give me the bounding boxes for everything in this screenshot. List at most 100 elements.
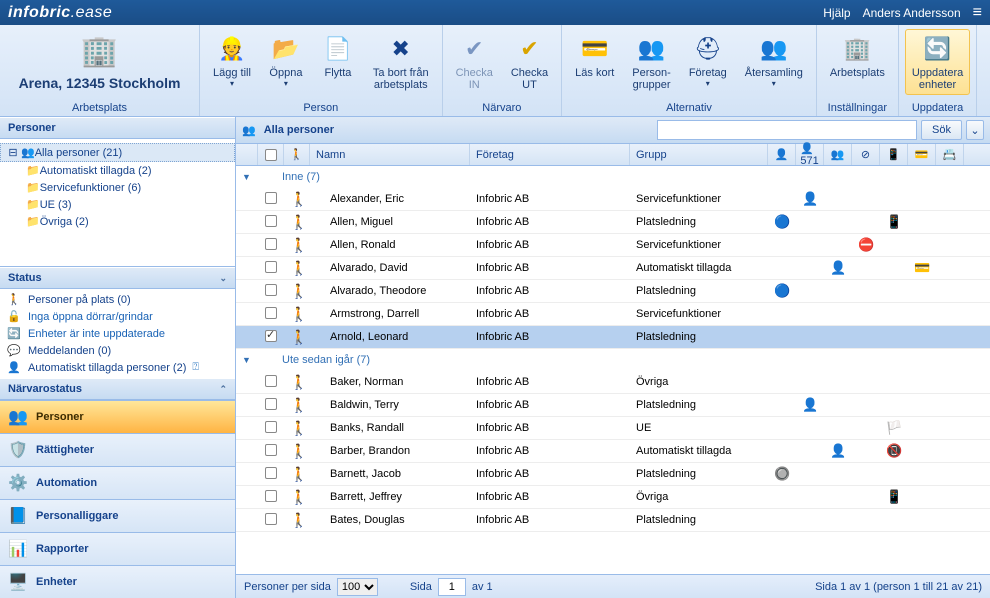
person-group: Platsledning [630, 399, 768, 411]
page-input[interactable] [438, 578, 466, 596]
person-row[interactable]: 🚶Barnett, JacobInfobric ABPlatsledning🔘 [236, 463, 990, 486]
checkin-button[interactable]: ✔Checka IN [449, 29, 500, 95]
nav-rapporter[interactable]: 📊Rapporter [0, 532, 235, 565]
tree-ovriga[interactable]: 📁 Övriga (2) [0, 213, 235, 230]
col-name[interactable]: Namn [310, 144, 470, 165]
folder-open-icon: 📂 [270, 33, 302, 65]
checkout-button[interactable]: ✔Checka UT [504, 29, 555, 95]
person-row[interactable]: 🚶Alvarado, DavidInfobric ABAutomatiskt t… [236, 257, 990, 280]
status-units[interactable]: 🔄Enheter är inte uppdaterade [0, 325, 235, 342]
row-checkbox[interactable] [265, 261, 277, 273]
person-row[interactable]: 🚶Arnold, LeonardInfobric ABPlatsledning [236, 326, 990, 349]
narvaro-panel-header[interactable]: Närvarostatus⌃ [0, 378, 235, 400]
status-messages[interactable]: 💬Meddelanden (0) [0, 342, 235, 359]
collapse-icon[interactable]: ⌄ [219, 273, 227, 284]
col-i7[interactable]: 📇 [936, 144, 964, 165]
col-checkbox[interactable] [258, 144, 284, 165]
status-panel-header[interactable]: Status⌄ [0, 267, 235, 289]
cell-i5: 📱 [880, 489, 908, 505]
presence-icon: 🚶 [284, 374, 310, 391]
book-icon: 📘 [8, 506, 28, 526]
person-row[interactable]: 🚶Barrett, JeffreyInfobric ABÖvriga📱 [236, 486, 990, 509]
row-checkbox[interactable] [265, 192, 277, 204]
tree-service[interactable]: 📁 Servicefunktioner (6) [0, 179, 235, 196]
nav-personalliggare[interactable]: 📘Personalliggare [0, 499, 235, 532]
person-name: Arnold, Leonard [310, 331, 470, 343]
nav-enheter[interactable]: 🖥️Enheter [0, 565, 235, 598]
person-name: Baldwin, Terry [310, 399, 470, 411]
col-status-icon[interactable]: 🚶 [284, 144, 310, 165]
person-row[interactable]: 🚶Alexander, EricInfobric ABServicefunkti… [236, 188, 990, 211]
add-button[interactable]: 👷Lägg till▾ [206, 29, 258, 92]
workplace-settings-button[interactable]: 🏢Arbetsplats [823, 29, 892, 83]
row-checkbox[interactable] [265, 398, 277, 410]
assembly-button[interactable]: 👥Återsamling▾ [738, 29, 810, 92]
person-row[interactable]: 🚶Bates, DouglasInfobric ABPlatsledning [236, 509, 990, 532]
grid-body[interactable]: ▼Inne (7)🚶Alexander, EricInfobric ABServ… [236, 166, 990, 574]
col-group[interactable]: Grupp [630, 144, 768, 165]
nav-automation[interactable]: ⚙️Automation [0, 466, 235, 499]
expand-icon[interactable]: ⌃ [219, 384, 227, 395]
search-input[interactable] [657, 120, 917, 140]
row-checkbox[interactable] [265, 215, 277, 227]
move-button[interactable]: 📄Flytta [314, 29, 362, 83]
nav-rattigheter[interactable]: 🛡️Rättigheter [0, 433, 235, 466]
cell-i5: 🏳️ [880, 420, 908, 436]
tree-all-persons[interactable]: ⊟👥 Alla personer (21) [0, 143, 235, 162]
col-i6[interactable]: 💳 [908, 144, 936, 165]
status-doors[interactable]: 🔓Inga öppna dörrar/grindar [0, 308, 235, 325]
col-i4[interactable]: ⊘ [852, 144, 880, 165]
person-row[interactable]: 🚶Banks, RandallInfobric ABUE🏳️ [236, 417, 990, 440]
readcard-button[interactable]: 💳Läs kort [568, 29, 621, 83]
row-checkbox[interactable] [265, 307, 277, 319]
row-checkbox[interactable] [265, 444, 277, 456]
col-i5[interactable]: 📱 [880, 144, 908, 165]
user-menu[interactable]: Anders Andersson [863, 6, 961, 20]
person-company: Infobric AB [470, 331, 630, 343]
row-checkbox[interactable] [265, 490, 277, 502]
col-i3[interactable]: 👥 [824, 144, 852, 165]
person-row[interactable]: 🚶Baker, NormanInfobric ABÖvriga [236, 371, 990, 394]
person-row[interactable]: 🚶Alvarado, TheodoreInfobric ABPlatsledni… [236, 280, 990, 303]
status-onsite[interactable]: 🚶Personer på plats (0) [0, 291, 235, 308]
persongroups-button[interactable]: 👥Person- grupper [625, 29, 678, 95]
status-auto-persons[interactable]: 👤Automatiskt tillagda personer (2) ⍰ [0, 359, 235, 376]
row-checkbox[interactable] [265, 284, 277, 296]
row-checkbox[interactable] [265, 238, 277, 250]
per-page-select[interactable]: 100 [337, 578, 378, 596]
row-checkbox[interactable] [265, 513, 277, 525]
search-button[interactable]: Sök [921, 120, 962, 140]
hamburger-icon[interactable]: ≡ [973, 4, 982, 22]
open-button[interactable]: 📂Öppna▾ [262, 29, 310, 92]
col-i1[interactable]: 👤 [768, 144, 796, 165]
update-units-button[interactable]: 🔄Uppdatera enheter [905, 29, 970, 95]
row-checkbox[interactable] [265, 421, 277, 433]
person-row[interactable]: 🚶Barber, BrandonInfobric ABAutomatiskt t… [236, 440, 990, 463]
person-row[interactable]: 🚶Allen, RonaldInfobric ABServicefunktion… [236, 234, 990, 257]
remove-button[interactable]: ✖Ta bort från arbetsplats [366, 29, 436, 95]
person-group: Automatiskt tillagda [630, 262, 768, 274]
help-link[interactable]: Hjälp [823, 6, 850, 20]
person-groups-tree: ⊟👥 Alla personer (21) 📁 Automatiskt till… [0, 139, 235, 267]
col-company[interactable]: Företag [470, 144, 630, 165]
row-checkbox[interactable] [265, 330, 277, 342]
help-icon[interactable]: ⍰ [192, 361, 199, 374]
row-checkbox[interactable] [265, 467, 277, 479]
tree-auto[interactable]: 📁 Automatiskt tillagda (2) [0, 162, 235, 179]
group-row-inne[interactable]: ▼Inne (7) [236, 166, 990, 188]
row-checkbox[interactable] [265, 375, 277, 387]
col-i2[interactable]: 👤571 [796, 144, 824, 165]
presence-icon: 🚶 [284, 443, 310, 460]
tree-ue[interactable]: 📁 UE (3) [0, 196, 235, 213]
group-row-ute[interactable]: ▼Ute sedan igår (7) [236, 349, 990, 371]
expand-search-button[interactable]: ⌄ [966, 120, 984, 140]
page-label: Sida [410, 581, 432, 593]
person-row[interactable]: 🚶Armstrong, DarrellInfobric ABServicefun… [236, 303, 990, 326]
per-page-label: Personer per sida [244, 581, 331, 593]
person-row[interactable]: 🚶Allen, MiguelInfobric ABPlatsledning🔵📱 [236, 211, 990, 234]
nav-personer[interactable]: 👥Personer [0, 400, 235, 433]
cell-i5: 📱 [880, 214, 908, 230]
person-company: Infobric AB [470, 285, 630, 297]
person-row[interactable]: 🚶Baldwin, TerryInfobric ABPlatsledning👤 [236, 394, 990, 417]
company-button[interactable]: ⛑Företag▾ [682, 29, 734, 92]
